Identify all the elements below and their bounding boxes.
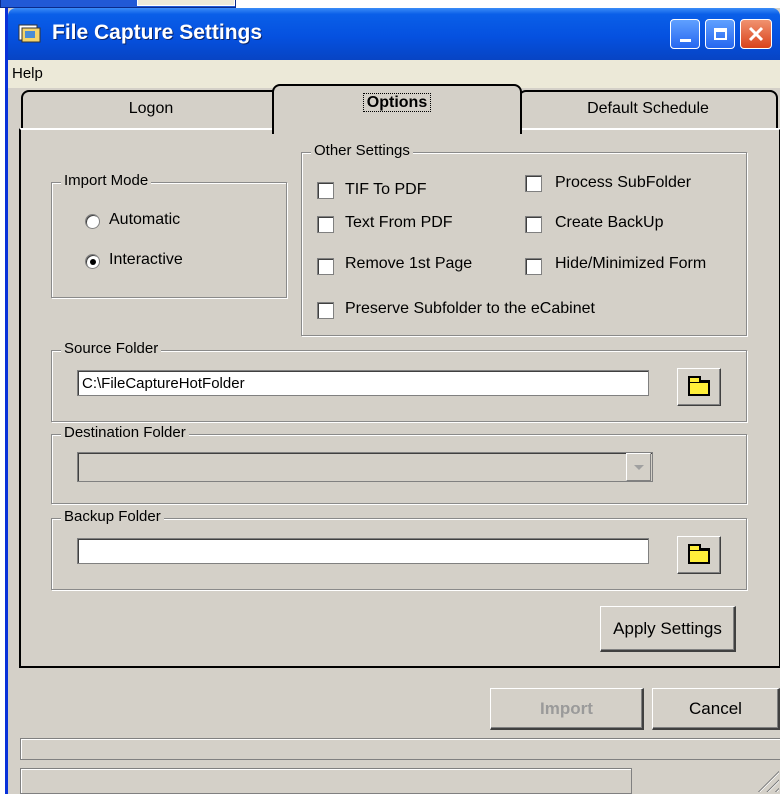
- preserve-subfolder-checkbox[interactable]: [317, 302, 334, 319]
- tif-to-pdf-label[interactable]: TIF To PDF: [345, 181, 427, 199]
- progress-bar: [20, 738, 780, 760]
- close-icon: [748, 26, 764, 42]
- folder-icon: [688, 544, 710, 564]
- maximize-button[interactable]: [705, 19, 735, 49]
- source-folder-browse-button[interactable]: [677, 368, 721, 406]
- tab-options[interactable]: Options: [272, 84, 522, 134]
- text-from-pdf-label[interactable]: Text From PDF: [345, 214, 453, 232]
- preserve-subfolder-label[interactable]: Preserve Subfolder to the eCabinet: [345, 300, 595, 318]
- app-icon: [18, 24, 41, 43]
- options-tab-panel: Import Mode Automatic Interactive Other …: [19, 128, 780, 668]
- settings-window: File Capture Settings Help Logon Options…: [5, 8, 780, 794]
- backup-folder-legend: Backup Folder: [61, 508, 164, 525]
- interactive-label[interactable]: Interactive: [109, 251, 183, 269]
- taskbar-strip: [0, 0, 236, 8]
- create-backup-label[interactable]: Create BackUp: [555, 214, 664, 232]
- cancel-button[interactable]: Cancel: [652, 688, 780, 730]
- tab-logon[interactable]: Logon: [21, 90, 281, 130]
- window-title: File Capture Settings: [52, 21, 263, 44]
- minimize-button[interactable]: [670, 19, 700, 49]
- destination-folder-select[interactable]: [77, 452, 653, 482]
- hide-minimized-form-label[interactable]: Hide/Minimized Form: [555, 255, 706, 273]
- tif-to-pdf-checkbox[interactable]: [317, 182, 334, 199]
- menu-help[interactable]: Help: [12, 65, 43, 82]
- interactive-radio[interactable]: [85, 254, 100, 269]
- text-from-pdf-checkbox[interactable]: [317, 216, 334, 233]
- tab-options-label: Options: [362, 93, 432, 112]
- automatic-radio[interactable]: [85, 214, 100, 229]
- tab-default-schedule[interactable]: Default Schedule: [518, 90, 778, 130]
- backup-folder-input[interactable]: [77, 538, 649, 564]
- create-backup-checkbox[interactable]: [525, 216, 542, 233]
- import-button[interactable]: Import: [490, 688, 644, 730]
- import-mode-legend: Import Mode: [61, 172, 152, 189]
- remove-1st-page-label[interactable]: Remove 1st Page: [345, 255, 472, 273]
- backup-folder-browse-button[interactable]: [677, 536, 721, 574]
- remove-1st-page-checkbox[interactable]: [317, 258, 334, 275]
- import-mode-group: [51, 182, 287, 298]
- apply-settings-button[interactable]: Apply Settings: [600, 606, 736, 652]
- hide-minimized-form-checkbox[interactable]: [525, 258, 542, 275]
- source-folder-input[interactable]: C:\FileCaptureHotFolder: [77, 370, 649, 396]
- status-bar: [20, 768, 632, 794]
- automatic-label[interactable]: Automatic: [109, 211, 180, 229]
- source-folder-legend: Source Folder: [61, 340, 162, 357]
- process-subfolder-label[interactable]: Process SubFolder: [555, 174, 691, 192]
- title-bar[interactable]: File Capture Settings: [8, 8, 780, 60]
- process-subfolder-checkbox[interactable]: [525, 175, 542, 192]
- close-button[interactable]: [740, 19, 772, 49]
- destination-folder-legend: Destination Folder: [61, 424, 189, 441]
- folder-icon: [688, 376, 710, 396]
- chevron-down-icon[interactable]: [626, 453, 651, 481]
- other-settings-legend: Other Settings: [311, 142, 413, 159]
